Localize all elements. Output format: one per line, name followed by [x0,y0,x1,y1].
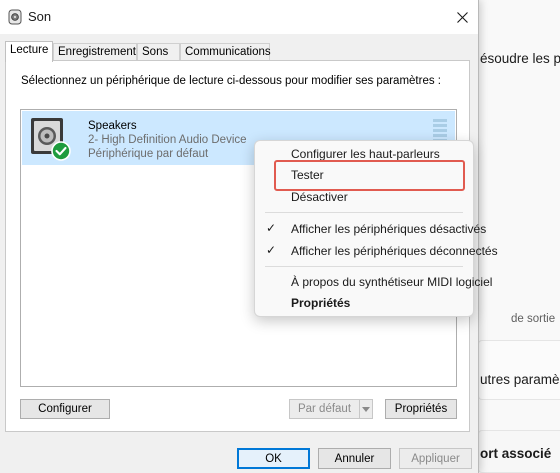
checkmark-icon: ✓ [266,243,277,257]
set-default-button[interactable]: Par défaut [289,399,359,419]
instruction-text: Sélectionnez un périphérique de lecture … [21,75,441,87]
tab-sounds[interactable]: Sons [137,43,180,61]
close-icon [456,11,468,23]
menu-item-show-disabled[interactable]: ✓ Afficher les périphériques désactivés [255,218,486,240]
tab-recording[interactable]: Enregistrement [53,43,137,61]
device-name: Speakers [88,120,137,132]
speaker-title-icon [8,9,22,25]
bg-text-resolve: ésoudre les p [480,51,560,66]
tab-playback[interactable]: Lecture [5,41,53,62]
dialog-title: Son [28,9,52,24]
menu-item-label: Afficher les périphériques désactivés [291,222,487,236]
bg-text-associated: ort associé [480,446,552,461]
default-badge [51,141,71,161]
bg-text-other-settings: utres paramè [480,372,560,387]
menu-item-label: Configurer les haut-parleurs [291,147,440,161]
speaker-device-icon [31,118,71,161]
menu-item-label: À propos du synthétiseur MIDI logiciel [291,275,493,289]
tab-communications[interactable]: Communications [180,43,271,61]
properties-button[interactable]: Propriétés [385,399,457,419]
menu-item-label: Désactiver [291,190,348,204]
menu-separator [265,266,463,267]
apply-button[interactable]: Appliquer [399,448,472,469]
bg-card[interactable] [478,340,560,400]
close-button[interactable] [448,4,476,30]
background-settings-window [470,0,560,473]
menu-item-properties[interactable]: Propriétés [255,292,473,314]
device-status: Périphérique par défaut [88,148,209,160]
menu-item-about-midi[interactable]: À propos du synthétiseur MIDI logiciel [255,271,492,293]
ok-button[interactable]: OK [237,448,310,469]
cancel-button[interactable]: Annuler [318,448,391,469]
menu-item-show-disconnected[interactable]: ✓ Afficher les périphériques déconnectés [255,240,498,262]
device-description: 2- High Definition Audio Device [88,134,247,146]
title-bar[interactable]: Son [0,0,478,34]
menu-item-label: Propriétés [291,296,351,310]
configure-button[interactable]: Configurer [20,399,110,419]
annotation-highlight-box [274,160,465,191]
menu-separator [265,212,463,213]
chevron-down-icon [362,406,370,412]
bg-text-output: de sortie [511,313,556,325]
set-default-dropdown[interactable] [359,399,373,419]
checkmark-icon: ✓ [266,221,277,235]
menu-item-label: Afficher les périphériques déconnectés [291,244,498,258]
